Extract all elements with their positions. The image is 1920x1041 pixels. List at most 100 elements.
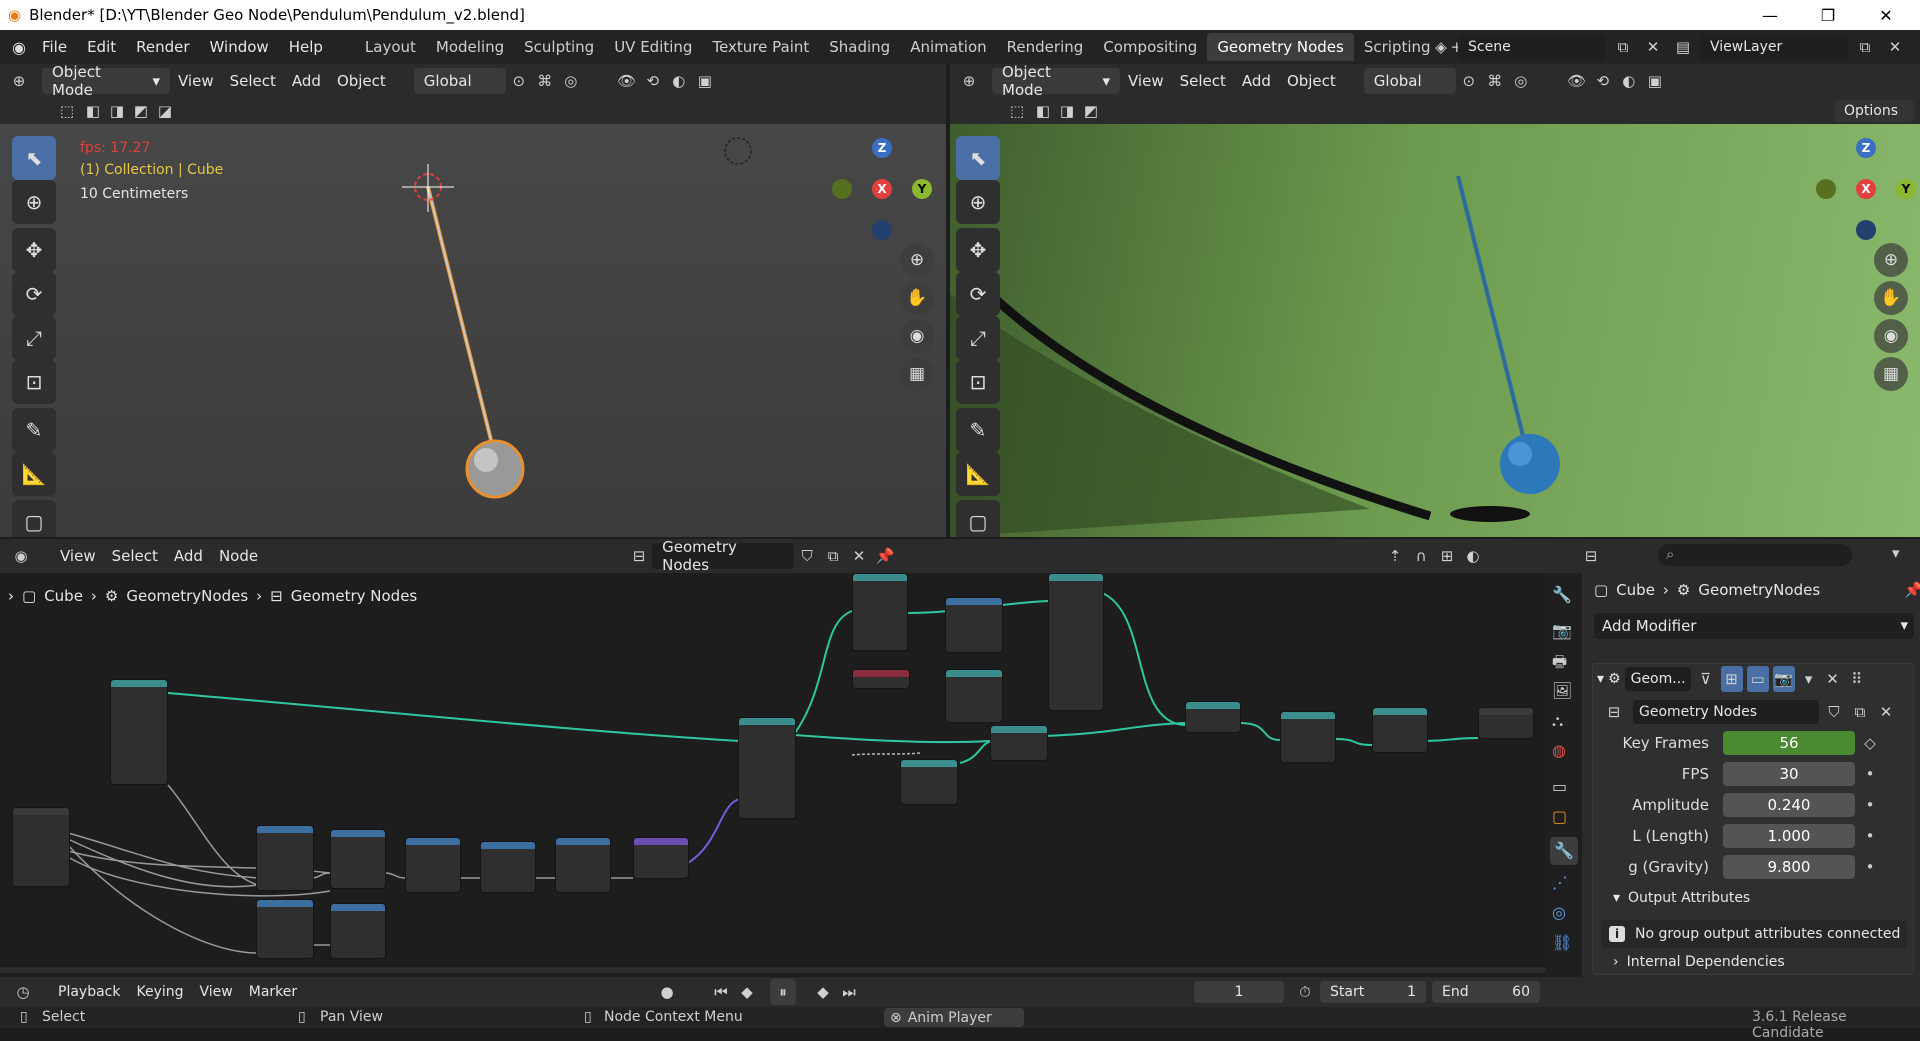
snap-icon[interactable]: ⌘ [532,68,558,94]
properties-search-input[interactable]: ⌕ [1658,544,1852,566]
measure-tool-icon[interactable]: 📐 [12,452,56,496]
parent-tree-icon[interactable]: ⇡ [1382,543,1408,569]
gizmo-y[interactable]: Y [1896,179,1916,199]
overlay-icon[interactable]: ◐ [666,68,692,94]
menu-add[interactable]: Add [284,68,329,94]
menu-help[interactable]: Help [279,38,333,56]
node-math-divide[interactable] [256,825,314,891]
measure-tool-icon[interactable]: 📐 [956,452,1000,496]
select-extend-icon[interactable]: ◧ [80,98,106,124]
snap-icon[interactable]: ⌘ [1482,68,1508,94]
xray-icon[interactable]: ▣ [692,68,718,94]
menu-window[interactable]: Window [200,38,279,56]
duplicate-tree-icon[interactable]: ⧉ [820,543,846,569]
node-curve-to-mesh[interactable] [990,725,1048,761]
key-frames-field[interactable]: 56 [1723,731,1855,755]
current-frame-field[interactable]: 1 [1194,981,1284,1003]
viewport-left[interactable]: fps: 17.27 (1) Collection | Cube 10 Cent… [0,124,946,537]
node-set-material[interactable] [1372,707,1428,753]
gizmo-x[interactable]: X [872,179,892,199]
node-index[interactable] [852,669,910,689]
tab-animation[interactable]: Animation [900,33,996,61]
collection-tab-icon[interactable]: ▭ [1552,777,1567,796]
node-group-input[interactable] [12,807,70,887]
node-angular-velocity[interactable] [330,829,386,889]
move-tool-icon[interactable]: ✥ [956,228,1000,272]
gizmo-toggle-icon[interactable]: ⟲ [1590,68,1616,94]
select-extend-icon[interactable]: ◧ [1030,98,1056,124]
on-cage-icon[interactable]: ⊞ [1720,666,1743,692]
zoom-icon[interactable]: ⊕ [1874,243,1908,277]
menu-node[interactable]: Node [211,543,266,569]
scale-tool-icon[interactable]: ⤢ [12,316,56,360]
snap-node-icon[interactable]: ∩ [1408,543,1434,569]
node-greater-than[interactable] [945,597,1003,653]
view-layer-tab-icon[interactable]: 🖼 [1552,681,1572,700]
tab-modeling[interactable]: Modeling [426,33,514,61]
proportional-icon[interactable]: ◎ [1508,68,1534,94]
jump-end-icon[interactable]: ⏭ [836,979,862,1005]
viewport-right-rendered[interactable]: ⬉ ⊕ ✥ ⟳ ⤢ ⊡ ✎ 📐 ▢ Z Y X ⊕ ✋ ◉ ▦ [950,124,1920,537]
scene-selector[interactable]: Scene [1458,34,1606,60]
gizmo-z[interactable]: Z [872,138,892,158]
camera-icon[interactable]: ◉ [900,319,934,353]
select-tool-icon[interactable]: ⬉ [956,136,1000,180]
chevron-down-icon[interactable]: ▾ [1799,666,1819,692]
keyframe-dot-icon[interactable]: • [1855,796,1885,814]
menu-view[interactable]: View [1120,68,1172,94]
minimize-icon[interactable]: — [1742,0,1798,30]
pause-icon[interactable]: ⏸ [770,979,796,1005]
node-set-shade-smooth[interactable] [1280,711,1336,763]
pivot-icon[interactable]: ⊙ [1456,68,1482,94]
menu-playback[interactable]: Playback [50,979,128,1005]
mode-dropdown[interactable]: Object Mode ▾ [42,63,170,99]
view-layer-selector[interactable]: ViewLayer [1700,34,1848,60]
node-curve-to-points[interactable] [852,573,908,651]
gizmo-x[interactable]: X [1856,179,1876,199]
menu-object[interactable]: Object [329,68,394,94]
gizmo-z[interactable]: Z [1856,138,1876,158]
close-icon[interactable]: ✕ [1858,0,1914,30]
fps-field[interactable]: 30 [1723,762,1855,786]
rotate-tool-icon[interactable]: ⟳ [956,272,1000,316]
node-math-divide-2[interactable] [256,899,314,959]
node-math-multiply-2[interactable] [555,837,611,893]
gizmo-neg-y[interactable] [1816,179,1836,199]
select-subtract-icon[interactable]: ◨ [104,98,130,124]
menu-file[interactable]: File [32,38,77,56]
menu-object[interactable]: Object [1279,68,1344,94]
node-uv-sphere[interactable] [945,669,1003,723]
gravity-field[interactable]: 9.800 [1723,855,1855,879]
jump-start-icon[interactable]: ⏮ [708,979,734,1005]
tab-geometry-nodes[interactable]: Geometry Nodes [1207,33,1354,61]
move-tool-icon[interactable]: ✥ [12,228,56,272]
physics-tab-icon[interactable]: ◎ [1552,903,1566,922]
camera-icon[interactable]: ◉ [1874,319,1908,353]
options-dropdown-right[interactable]: Options [1834,100,1914,122]
select-invert-icon[interactable]: ◩ [128,98,154,124]
tab-compositing[interactable]: Compositing [1093,33,1207,61]
menu-render[interactable]: Render [126,38,199,56]
unlink-tree-icon[interactable]: ✕ [846,543,872,569]
grid-icon[interactable]: ▦ [900,357,934,391]
annotate-tool-icon[interactable]: ✎ [956,408,1000,452]
fake-user-icon[interactable]: ⛉ [1823,699,1845,725]
add-cube-tool-icon[interactable]: ▢ [12,500,56,537]
select-tool-icon[interactable]: ⬉ [12,136,56,180]
scale-tool-icon[interactable]: ⤢ [956,316,1000,360]
node-combine-xyz[interactable] [633,837,689,879]
pin-icon[interactable]: 📌 [1904,581,1920,599]
stopwatch-icon[interactable]: ⏱ [1292,979,1318,1005]
overlay-icon[interactable]: ◐ [1616,68,1642,94]
gizmo-y[interactable]: Y [912,179,932,199]
keyframe-dot-icon[interactable]: • [1855,827,1885,845]
duplicate-icon[interactable]: ⧉ [1849,699,1871,725]
timeline-editor-icon[interactable]: ◷ [10,979,36,1005]
scene-icon[interactable]: ◈ [1428,34,1454,60]
visibility-icon[interactable]: 👁 [614,68,640,94]
node-curve-circle[interactable] [900,759,958,805]
keyframe-dot-icon[interactable]: • [1855,858,1885,876]
output-attributes-panel[interactable]: ▾ Output Attributes [1613,890,1750,906]
record-icon[interactable]: ● [654,979,680,1005]
properties-editor-icon[interactable]: ⊟ [1578,543,1604,569]
